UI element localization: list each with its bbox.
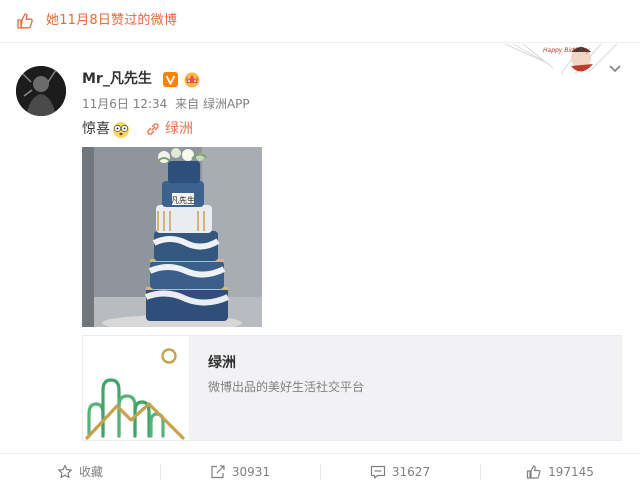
post-actions-bar: 收藏 30931 31627 197145	[0, 453, 640, 489]
thumbs-up-icon	[17, 13, 33, 29]
shocked-emoji-icon	[113, 122, 129, 138]
avatar-image	[16, 66, 66, 116]
favorite-button[interactable]: 收藏	[0, 454, 160, 489]
oasis-logo-icon	[85, 348, 185, 440]
chevron-down-icon[interactable]	[608, 64, 622, 74]
post-photo[interactable]: 凡先生	[82, 147, 262, 327]
favorite-label: 收藏	[78, 465, 103, 479]
repost-icon	[211, 464, 225, 478]
thumbs-up-icon	[526, 464, 541, 479]
like-count: 197145	[548, 464, 594, 479]
card-skin-decoration: Happy Birthday	[505, 44, 618, 75]
share-card-description: 微博出品的美好生活社交平台	[208, 380, 365, 394]
post-source[interactable]: 来自 绿洲APP	[175, 97, 250, 111]
star-icon	[57, 464, 72, 478]
link-icon	[147, 123, 159, 135]
cake-topper-text: 凡先生	[171, 195, 195, 205]
post-text: 惊喜	[82, 119, 131, 139]
repost-button[interactable]: 30931	[160, 454, 320, 489]
share-card-title: 绿洲	[208, 355, 236, 371]
comment-icon	[370, 465, 386, 479]
cake-photo-image: 凡先生	[82, 147, 262, 327]
comment-button[interactable]: 31627	[320, 454, 480, 489]
post-time[interactable]: 11月6日 12:34	[82, 97, 167, 111]
oasis-link[interactable]: 绿洲	[146, 119, 193, 139]
post-text-content: 惊喜	[82, 121, 110, 137]
oasis-share-card[interactable]: 绿洲 微博出品的美好生活社交平台	[82, 335, 622, 441]
liked-notice-text: 她11月8日赞过的微博	[46, 13, 178, 28]
post-meta: 11月6日 12:34 来自 绿洲APP	[82, 96, 254, 112]
comment-count: 31627	[391, 464, 431, 479]
like-button[interactable]: 197145	[480, 454, 640, 489]
repost-count: 30931	[231, 464, 271, 479]
username[interactable]: Mr_凡先生	[82, 70, 152, 88]
verified-badge-icon	[163, 72, 178, 87]
oasis-logo	[83, 336, 189, 440]
avatar[interactable]	[16, 66, 66, 116]
vip-crown-icon[interactable]	[181, 70, 203, 88]
oasis-link-label: 绿洲	[165, 121, 193, 137]
liked-notice-bar: 她11月8日赞过的微博	[0, 0, 640, 43]
decor-label: Happy Birthday	[543, 47, 590, 54]
